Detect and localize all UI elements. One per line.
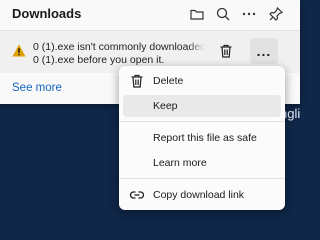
more-icon[interactable] <box>240 5 258 23</box>
menu-item-label: Keep <box>153 100 178 112</box>
menu-item-label: Learn more <box>153 157 207 169</box>
menu-item-keep[interactable]: Keep <box>123 95 281 117</box>
menu-item-learn-more[interactable]: Learn more <box>123 152 281 174</box>
menu-item-delete[interactable]: Delete <box>123 70 281 92</box>
menu-item-report-safe[interactable]: Report this file as safe <box>123 127 281 149</box>
delete-download-button[interactable] <box>215 40 237 62</box>
downloads-title: Downloads <box>12 6 82 21</box>
menu-separator <box>119 178 285 179</box>
see-more-link[interactable]: See more <box>12 82 62 94</box>
search-icon[interactable] <box>214 5 232 23</box>
menu-item-label: Delete <box>153 75 184 87</box>
menu-item-copy-link[interactable]: Copy download link <box>123 184 281 206</box>
link-icon <box>129 191 145 199</box>
pin-icon[interactable] <box>267 5 285 23</box>
download-warning-text: 0 (1).exe isn't commonly downloaded. M <box>33 41 205 53</box>
trash-icon <box>220 44 232 58</box>
menu-item-label: Copy download link <box>153 189 245 201</box>
menu-separator <box>119 121 285 122</box>
warning-icon <box>12 44 26 57</box>
download-context-menu: Delete Keep Report this file as safe Lea… <box>119 66 285 210</box>
downloads-header: Downloads <box>0 0 300 30</box>
folder-icon[interactable] <box>188 5 206 23</box>
text-fade <box>188 39 208 67</box>
download-more-actions-button[interactable]: ... <box>250 38 278 64</box>
trash-icon <box>131 74 143 88</box>
download-warning-text-2: 0 (1).exe before you open it. <box>33 54 165 66</box>
menu-item-label: Report this file as safe <box>153 132 257 144</box>
